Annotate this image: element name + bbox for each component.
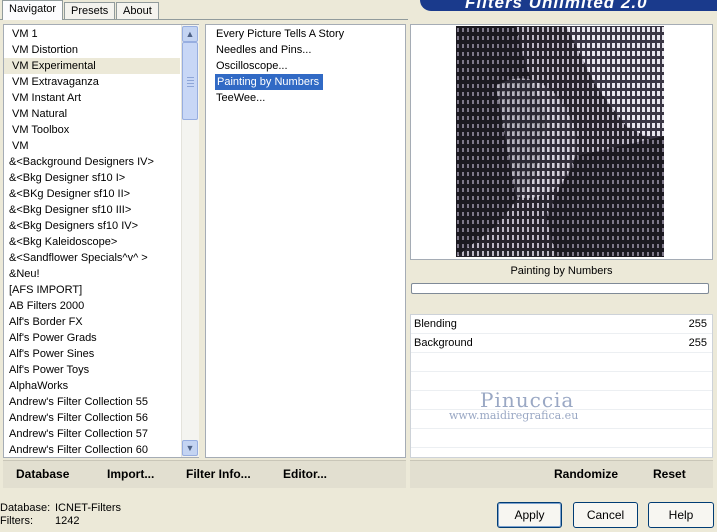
filter-info-button[interactable]: Filter Info... (186, 467, 251, 481)
category-item[interactable]: AB Filters 2000 (4, 298, 177, 314)
param-value[interactable]: 255 (689, 334, 707, 352)
watermark-site: www.maidiregrafica.eu (449, 409, 579, 422)
filter-row: Painting by Numbers (206, 74, 405, 90)
title-banner: Filters Unlimited 2.0 (420, 0, 717, 11)
filter-item[interactable]: Painting by Numbers (215, 74, 324, 90)
filter-row: Needles and Pins... (206, 42, 405, 58)
filter-item[interactable]: Oscilloscope... (206, 58, 288, 74)
category-item[interactable]: VM (4, 138, 180, 154)
filters-label: Filters: (0, 515, 33, 527)
category-item[interactable]: &<Bkg Designer sf10 III> (4, 202, 177, 218)
category-item[interactable]: Andrew's Filter Collection 60 (4, 442, 177, 457)
reset-button[interactable]: Reset (653, 467, 686, 481)
filters-value: 1242 (55, 515, 80, 527)
scroll-thumb[interactable] (182, 42, 198, 120)
category-list[interactable]: VM 1 VM Distortion VM Experimental VM Extra… (3, 24, 199, 458)
parameter-panel: Blending 255 Background 255 (410, 314, 713, 467)
category-item[interactable]: &Neu! (4, 266, 177, 282)
tab-navigator[interactable]: Navigator (2, 0, 64, 20)
category-item[interactable]: VM Toolbox (4, 122, 180, 138)
category-item[interactable]: &<BKg Designer sf10 II> (4, 186, 177, 202)
param-empty-row (411, 429, 712, 448)
filter-row: TeeWee... (206, 90, 405, 106)
database-value: ICNET-Filters (55, 502, 121, 514)
category-item[interactable]: Alf's Power Toys (4, 362, 177, 378)
filter-item[interactable]: Every Picture Tells A Story (206, 26, 344, 42)
tab-about[interactable]: About (116, 2, 159, 19)
banner-title: Filters Unlimited 2.0 (465, 0, 648, 11)
import-button[interactable]: Import... (107, 467, 154, 481)
param-background[interactable]: Background 255 (411, 334, 712, 353)
category-item[interactable]: &<Bkg Designer sf10 I> (4, 170, 177, 186)
database-button[interactable]: Database (16, 467, 69, 481)
editor-button[interactable]: Editor... (283, 467, 327, 481)
category-item[interactable]: AlphaWorks (4, 378, 177, 394)
category-item[interactable]: VM 1 (4, 26, 180, 42)
category-scrollbar[interactable]: ▲ ▼ (181, 25, 199, 457)
progress-bar (411, 283, 709, 294)
filter-items: Every Picture Tells A Story Needles and P… (206, 25, 405, 106)
tab-bar: Navigator Presets About (0, 0, 420, 20)
tab-presets[interactable]: Presets (64, 2, 116, 19)
category-item[interactable]: &<Bkg Kaleidoscope> (4, 234, 177, 250)
help-button[interactable]: Help (648, 502, 714, 528)
category-items: VM 1 VM Distortion VM Experimental VM Extra… (4, 25, 198, 457)
param-label: Blending (414, 318, 457, 330)
category-item[interactable]: VM Extravaganza (4, 74, 180, 90)
filter-list[interactable]: Every Picture Tells A Story Needles and P… (205, 24, 406, 458)
category-item[interactable]: Andrew's Filter Collection 56 (4, 410, 177, 426)
category-item[interactable]: &<Bkg Designers sf10 IV> (4, 218, 177, 234)
left-action-bar: Database Import... Filter Info... Editor… (3, 460, 406, 488)
filter-row: Every Picture Tells A Story (206, 26, 405, 42)
preview-image-graphic (456, 26, 664, 257)
category-item[interactable]: &<Sandflower Specials^v^ > (4, 250, 177, 266)
category-item[interactable]: [AFS IMPORT] (4, 282, 177, 298)
arrow-up-icon[interactable]: ▲ (182, 26, 198, 42)
category-item[interactable]: Andrew's Filter Collection 57 (4, 426, 177, 442)
category-item[interactable]: VM Instant Art (4, 90, 180, 106)
param-empty-row (411, 353, 712, 372)
filter-row: Oscilloscope... (206, 58, 405, 74)
category-item[interactable]: VM Experimental (4, 58, 180, 74)
category-item[interactable]: Andrew's Filter Collection 55 (4, 394, 177, 410)
category-item[interactable]: Alf's Power Grads (4, 330, 177, 346)
category-item[interactable]: Alf's Power Sines (4, 346, 177, 362)
database-label: Database: (0, 502, 51, 514)
param-label: Background (414, 337, 473, 349)
filter-item[interactable]: Needles and Pins... (206, 42, 311, 58)
filter-item[interactable]: TeeWee... (206, 90, 265, 106)
apply-button[interactable]: Apply (497, 502, 562, 528)
param-blending[interactable]: Blending 255 (411, 315, 712, 334)
right-action-bar: Randomize Reset (410, 460, 713, 488)
preview-filter-name: Painting by Numbers (510, 265, 613, 277)
randomize-button[interactable]: Randomize (554, 467, 618, 481)
param-value[interactable]: 255 (689, 315, 707, 333)
preview-image (456, 26, 664, 257)
category-item[interactable]: &<Background Designers IV> (4, 154, 177, 170)
arrow-down-icon[interactable]: ▼ (182, 440, 198, 456)
category-item[interactable]: VM Distortion (4, 42, 180, 58)
category-item[interactable]: Alf's Border FX (4, 314, 177, 330)
category-item[interactable]: VM Natural (4, 106, 180, 122)
cancel-button[interactable]: Cancel (573, 502, 638, 528)
